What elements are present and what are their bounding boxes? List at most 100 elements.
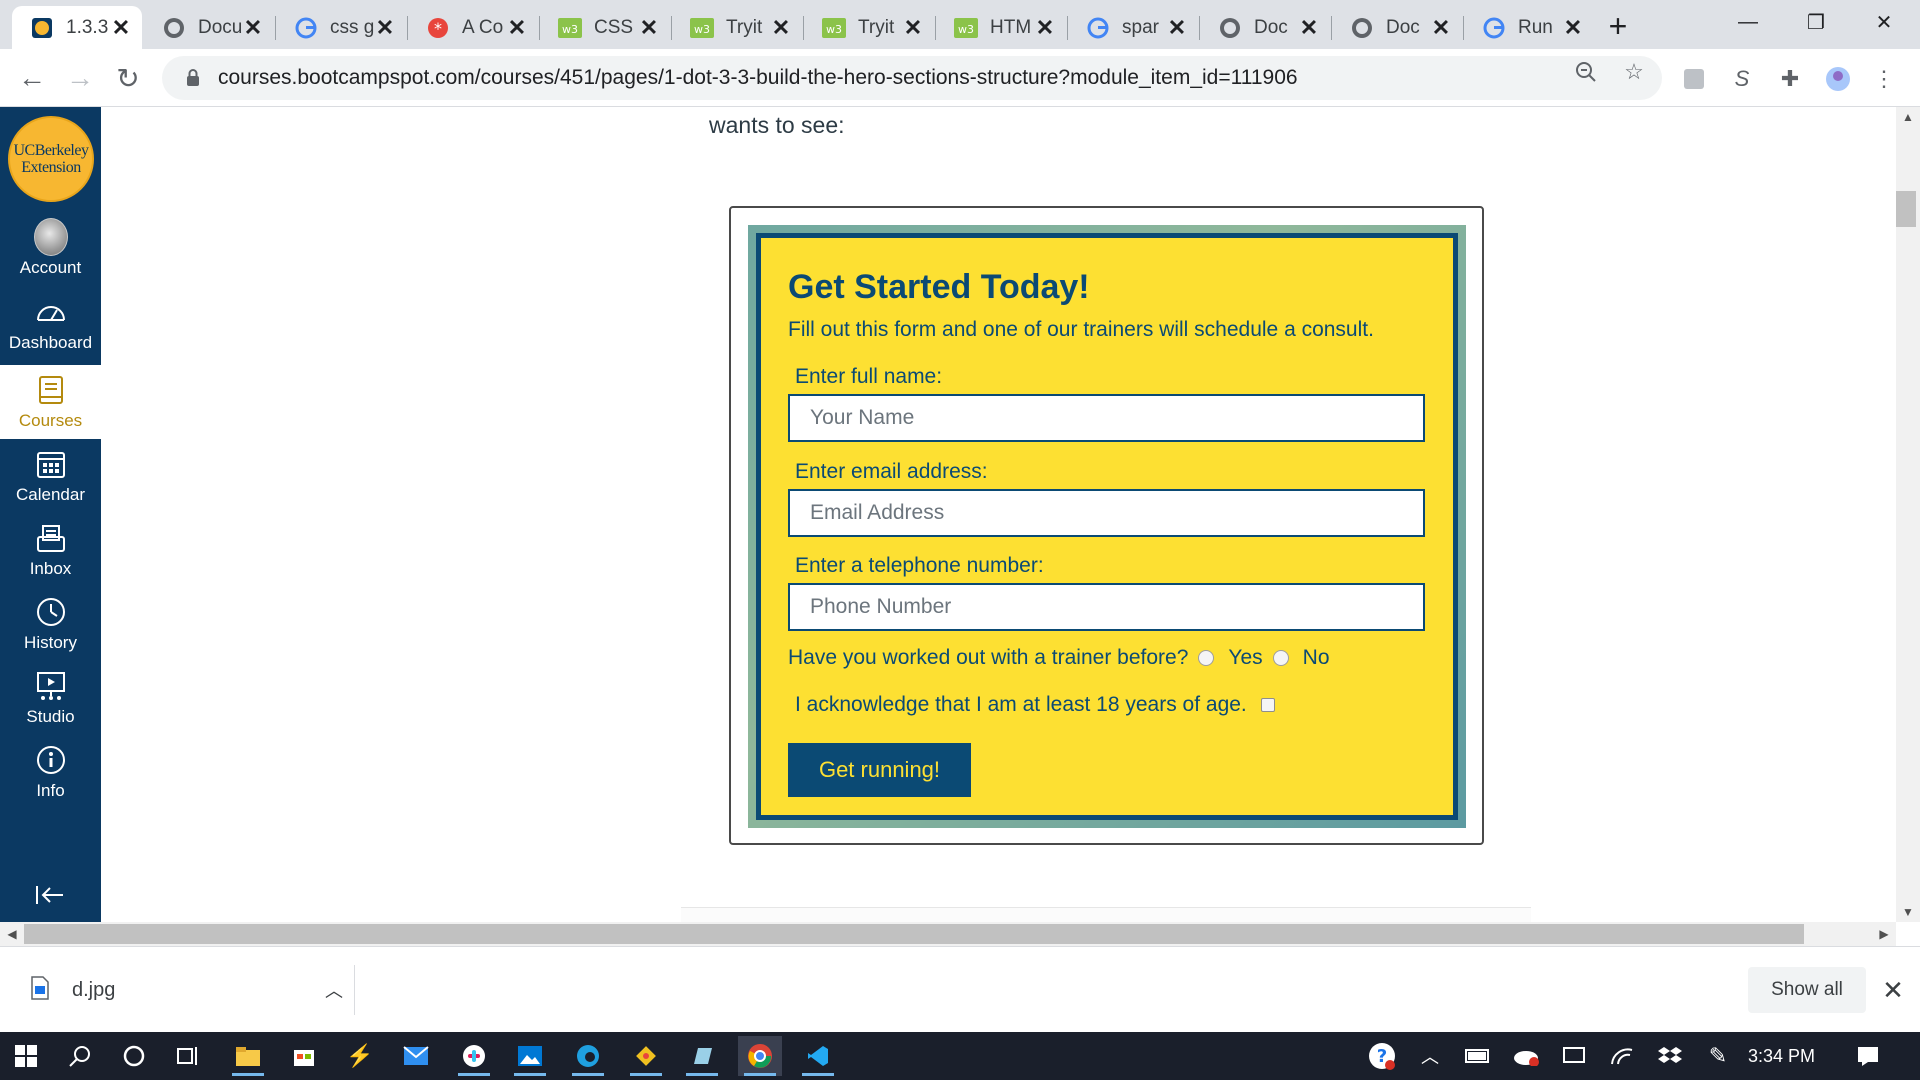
ucberkeley-logo[interactable]: UCBerkeley Extension — [8, 116, 94, 202]
lock-icon[interactable] — [180, 69, 206, 87]
photos-icon[interactable] — [508, 1036, 552, 1076]
download-item[interactable]: d.jpg ︿ — [30, 965, 355, 1015]
mail-icon[interactable] — [394, 1036, 438, 1076]
close-window-button[interactable]: ✕ — [1850, 0, 1918, 44]
puzzle-icon[interactable]: ✚ — [1776, 65, 1804, 93]
scroll-left-icon[interactable]: ◀ — [0, 922, 24, 946]
scroll-down-icon[interactable]: ▼ — [1896, 902, 1920, 922]
back-button[interactable]: ← — [12, 58, 52, 98]
address-bar[interactable]: courses.bootcampspot.com/courses/451/pag… — [162, 56, 1662, 100]
tab-11[interactable]: Doc ✕ — [1332, 6, 1462, 49]
search-icon[interactable] — [58, 1036, 102, 1076]
onedrive-icon[interactable] — [1504, 1036, 1548, 1076]
bookmark-star-icon[interactable]: ☆ — [1622, 59, 1646, 84]
nav-label: Courses — [18, 411, 83, 430]
git-icon[interactable] — [624, 1036, 668, 1076]
cortana-icon[interactable] — [112, 1036, 156, 1076]
close-icon[interactable]: ✕ — [902, 15, 924, 41]
close-icon[interactable]: ✕ — [242, 15, 264, 41]
forward-button[interactable]: → — [60, 58, 100, 98]
file-explorer-icon[interactable] — [226, 1036, 270, 1076]
horizontal-scrollbar[interactable]: ◀ ▶ — [0, 922, 1896, 946]
profile-icon[interactable] — [1824, 65, 1852, 93]
scroll-right-icon[interactable]: ▶ — [1872, 922, 1896, 946]
collapse-nav-icon[interactable] — [30, 877, 70, 913]
close-icon[interactable]: ✕ — [1430, 15, 1452, 41]
help-icon[interactable]: ? — [1360, 1036, 1404, 1076]
chrome-icon[interactable] — [738, 1036, 782, 1076]
close-icon[interactable]: ✕ — [110, 15, 132, 41]
close-icon[interactable]: ✕ — [638, 15, 660, 41]
svg-text:w3: w3 — [562, 23, 578, 36]
clock-time[interactable]: 3:34 PM — [1748, 1032, 1815, 1080]
close-icon[interactable]: ✕ — [1298, 15, 1320, 41]
close-icon[interactable]: ✕ — [1166, 15, 1188, 41]
close-icon[interactable]: ✕ — [1034, 15, 1056, 41]
nav-info[interactable]: Info — [0, 735, 101, 809]
wifi-icon[interactable] — [1600, 1036, 1644, 1076]
url-text[interactable]: courses.bootcampspot.com/courses/451/pag… — [218, 66, 1298, 90]
chevron-up-icon[interactable]: ︿ — [1408, 1036, 1452, 1076]
close-downloads-icon[interactable]: ✕ — [1876, 973, 1910, 1007]
battery-icon[interactable] — [1456, 1036, 1500, 1076]
dropbox-icon[interactable] — [1648, 1036, 1692, 1076]
zoom-icon[interactable] — [1574, 60, 1598, 84]
close-icon[interactable]: ✕ — [1562, 15, 1584, 41]
w3schools-icon: w3 — [822, 16, 846, 40]
show-all-button[interactable]: Show all — [1748, 967, 1866, 1013]
tab-10[interactable]: Doc ✕ — [1200, 6, 1330, 49]
menu-icon[interactable]: ⋮ — [1870, 65, 1898, 93]
name-input[interactable]: Your Name — [788, 394, 1425, 442]
get-running-button[interactable]: Get running! — [788, 743, 971, 797]
nav-calendar[interactable]: Calendar — [0, 439, 101, 513]
vertical-scroll-thumb[interactable] — [1896, 191, 1916, 227]
reload-button[interactable]: ↻ — [108, 58, 148, 98]
task-view-icon[interactable] — [166, 1036, 210, 1076]
nav-dashboard[interactable]: Dashboard — [0, 287, 101, 361]
email-input[interactable]: Email Address — [788, 489, 1425, 537]
nav-inbox[interactable]: Inbox — [0, 513, 101, 587]
tab-6[interactable]: w3 Tryit ✕ — [672, 6, 802, 49]
notepad-icon[interactable] — [680, 1036, 724, 1076]
age-ack-row: I acknowledge that I am at least 18 year… — [795, 693, 1275, 717]
nav-studio[interactable]: Studio — [0, 661, 101, 735]
edge-icon[interactable] — [566, 1036, 610, 1076]
tab-9[interactable]: spar ✕ — [1068, 6, 1198, 49]
tab-12[interactable]: Run ✕ — [1464, 6, 1594, 49]
scroll-up-icon[interactable]: ▲ — [1896, 107, 1920, 127]
nav-account[interactable]: Account — [0, 212, 101, 286]
script-extension-icon[interactable]: S — [1728, 65, 1756, 93]
phone-input[interactable]: Phone Number — [788, 583, 1425, 631]
notifications-icon[interactable] — [1846, 1036, 1890, 1076]
age-checkbox[interactable] — [1260, 698, 1275, 712]
store-icon[interactable] — [282, 1036, 326, 1076]
display-icon[interactable] — [1552, 1036, 1596, 1076]
tab-8[interactable]: w3 HTM ✕ — [936, 6, 1066, 49]
chevron-up-icon[interactable]: ︿ — [314, 977, 354, 1003]
vertical-scrollbar[interactable]: ▲ ▼ — [1896, 107, 1920, 922]
nav-history[interactable]: History — [0, 587, 101, 661]
close-icon[interactable]: ✕ — [770, 15, 792, 41]
close-icon[interactable]: ✕ — [374, 15, 396, 41]
new-tab-button[interactable]: + — [1596, 10, 1640, 42]
power-automate-icon[interactable]: ⚡ — [338, 1036, 382, 1076]
vscode-icon[interactable] — [796, 1036, 840, 1076]
global-nav: UCBerkeley Extension Account Dashboard C… — [0, 107, 101, 922]
slack-icon[interactable] — [452, 1036, 496, 1076]
tab-7[interactable]: w3 Tryit ✕ — [804, 6, 934, 49]
close-icon[interactable]: ✕ — [506, 15, 528, 41]
extension-icon[interactable] — [1680, 65, 1708, 93]
windows-start-icon[interactable] — [4, 1036, 48, 1076]
tab-2[interactable]: Docu ✕ — [144, 6, 274, 49]
yes-radio[interactable] — [1198, 650, 1215, 666]
minimize-button[interactable]: — — [1714, 0, 1782, 44]
horizontal-scroll-thumb[interactable] — [24, 924, 1804, 944]
restore-button[interactable]: ❐ — [1782, 0, 1850, 44]
pen-icon[interactable]: ✎ — [1696, 1036, 1740, 1076]
nav-courses[interactable]: Courses — [0, 365, 101, 439]
tab-1[interactable]: 1.3.3 ✕ — [12, 6, 142, 49]
tab-5[interactable]: w3 CSS ✕ — [540, 6, 670, 49]
tab-4[interactable]: * A Co ✕ — [408, 6, 538, 49]
tab-3[interactable]: css g ✕ — [276, 6, 406, 49]
no-radio[interactable] — [1272, 650, 1289, 666]
